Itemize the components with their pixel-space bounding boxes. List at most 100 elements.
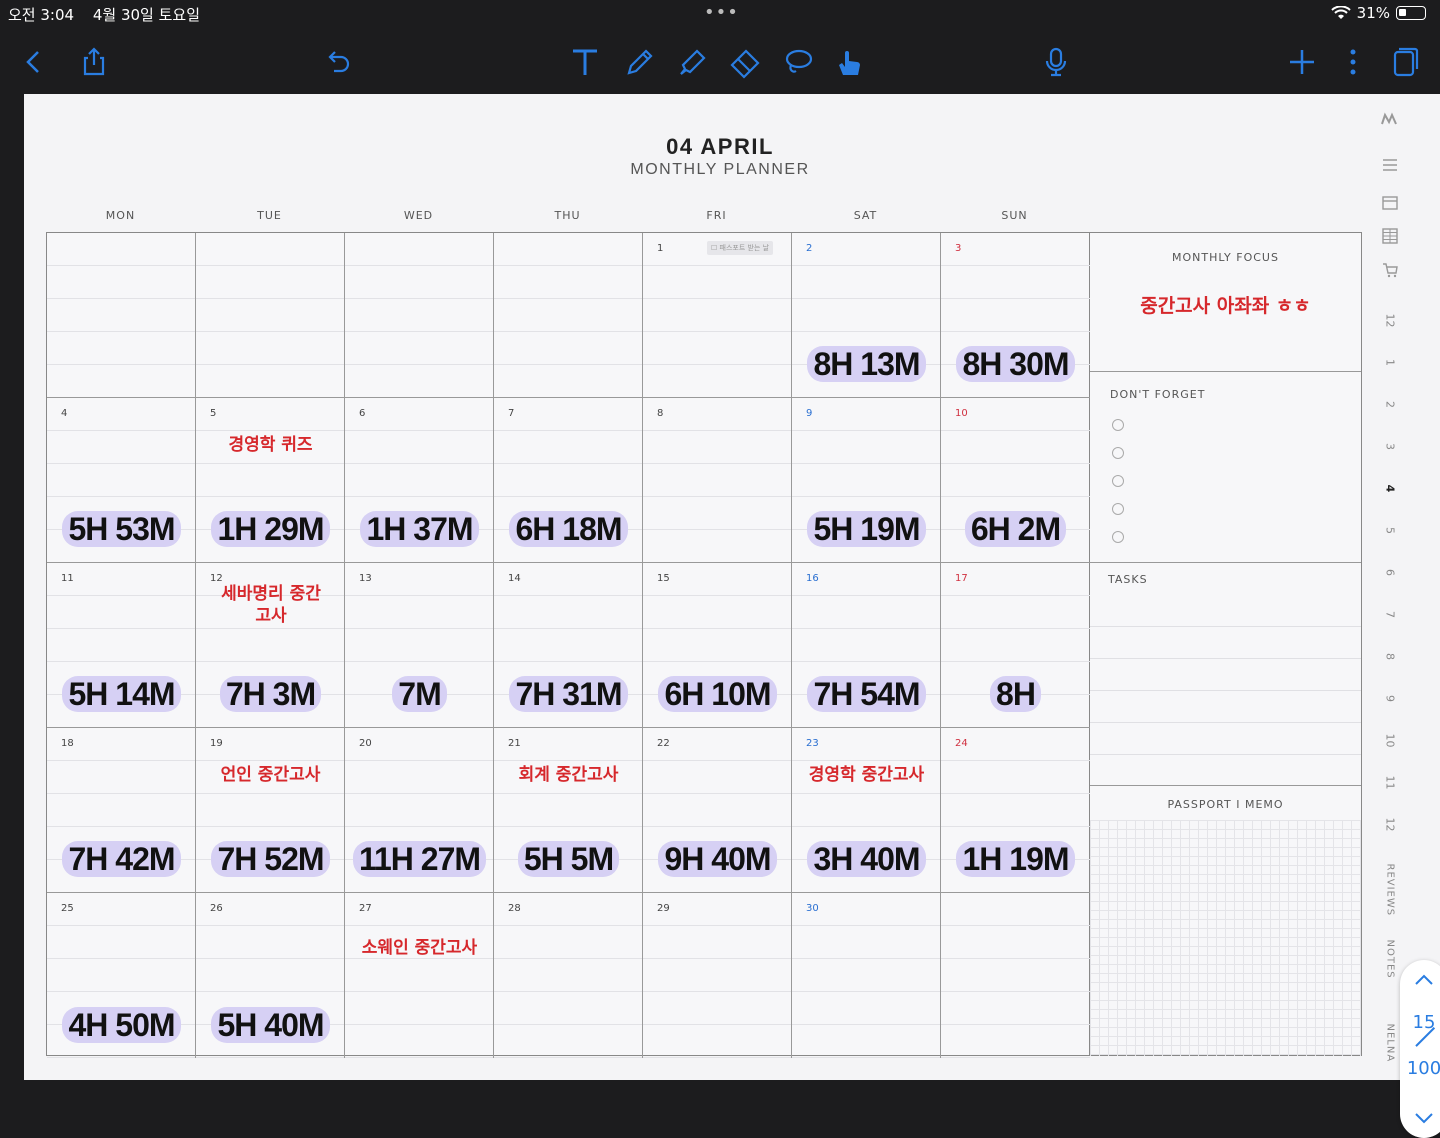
checkbox-circle[interactable] xyxy=(1112,419,1124,431)
day-cell[interactable]: 4 5H 53M xyxy=(47,398,196,563)
event-chip[interactable]: ☐ 패스포트 받는 날 xyxy=(707,241,774,255)
day-cell[interactable] xyxy=(196,233,345,398)
month-tab[interactable]: 3 xyxy=(1384,433,1397,461)
monthly-focus-label: MONTHLY FOCUS xyxy=(1172,251,1279,264)
chevron-up-icon[interactable] xyxy=(1410,966,1438,994)
lasso-icon[interactable] xyxy=(778,42,818,82)
checkbox-circle[interactable] xyxy=(1112,503,1124,515)
month-tab[interactable]: 4 xyxy=(1384,475,1397,503)
grid-tab-icon[interactable] xyxy=(1376,228,1404,247)
day-cell[interactable]: 25 4H 50M xyxy=(47,893,196,1058)
planner-page[interactable]: 04 APRIL MONTHLY PLANNER MON TUE WED THU FRI… xyxy=(24,94,1440,1138)
pen-icon[interactable] xyxy=(619,42,659,82)
day-cell[interactable]: 8 xyxy=(643,398,792,563)
more-icon[interactable] xyxy=(1333,42,1373,82)
section-tab[interactable]: NELNA xyxy=(1385,1024,1396,1063)
day-cell[interactable]: 18 7H 42M xyxy=(47,728,196,893)
day-cell[interactable]: 21 회계 중간고사 5H 5M xyxy=(494,728,643,893)
undo-icon[interactable] xyxy=(318,42,358,82)
day-cell[interactable] xyxy=(941,893,1090,1058)
day-cell[interactable]: 7 6H 18M xyxy=(494,398,643,563)
calendar-tab-icon[interactable] xyxy=(1376,194,1404,213)
dont-forget-section[interactable]: DON'T FORGET xyxy=(1090,372,1361,563)
day-cell[interactable]: 5 경영학 퀴즈 1H 29M xyxy=(196,398,345,563)
logo-tab-icon[interactable] xyxy=(1376,112,1404,129)
day-number: 18 xyxy=(61,738,74,749)
day-cell[interactable]: 1 ☐ 패스포트 받는 날 xyxy=(643,233,792,398)
month-tab[interactable]: 12 xyxy=(1384,811,1397,839)
eraser-icon[interactable] xyxy=(725,42,765,82)
day-cell[interactable]: 10 6H 2M xyxy=(941,398,1090,563)
section-tab[interactable]: NOTES xyxy=(1385,940,1396,979)
highlighter-icon[interactable] xyxy=(672,42,712,82)
day-cell[interactable]: 26 5H 40M xyxy=(196,893,345,1058)
day-header: FRI xyxy=(706,209,727,222)
month-tab[interactable]: 1 xyxy=(1384,349,1397,377)
month-tab[interactable]: 7 xyxy=(1384,601,1397,629)
study-time-text: 11H 27M xyxy=(352,841,487,877)
checkbox-circle[interactable] xyxy=(1112,475,1124,487)
month-tab[interactable]: 10 xyxy=(1384,727,1397,755)
day-cell[interactable]: 2 8H 13M xyxy=(792,233,941,398)
touch-hand-icon[interactable] xyxy=(830,42,870,82)
day-cell[interactable] xyxy=(345,233,494,398)
month-tab[interactable]: 12 xyxy=(1384,307,1397,335)
day-cell[interactable]: 11 5H 14M xyxy=(47,563,196,728)
wifi-icon xyxy=(1330,6,1351,19)
day-cell[interactable]: 13 7M xyxy=(345,563,494,728)
microphone-icon[interactable] xyxy=(1036,42,1076,82)
day-header: TUE xyxy=(257,209,282,222)
add-icon[interactable] xyxy=(1282,42,1322,82)
tasks-section[interactable]: TASKS xyxy=(1090,563,1361,786)
day-cell[interactable]: 27 소웨인 중간고사 xyxy=(345,893,494,1058)
battery-icon xyxy=(1396,6,1426,20)
day-number: 28 xyxy=(508,903,521,914)
memo-section[interactable]: PASSPORT I MEMO xyxy=(1090,786,1361,1056)
day-cell[interactable] xyxy=(47,233,196,398)
text-tool-icon[interactable] xyxy=(565,42,605,82)
back-icon[interactable] xyxy=(14,42,54,82)
day-cell[interactable]: 3 8H 30M xyxy=(941,233,1090,398)
page-navigator[interactable]: 15 100 xyxy=(1400,960,1440,1138)
cart-tab-icon[interactable] xyxy=(1376,262,1404,281)
month-tab[interactable]: 6 xyxy=(1384,559,1397,587)
day-cell[interactable]: 15 6H 10M xyxy=(643,563,792,728)
study-time-text: 8H 13M xyxy=(807,346,926,382)
day-cell[interactable]: 29 xyxy=(643,893,792,1058)
month-tab[interactable]: 8 xyxy=(1384,643,1397,671)
day-cell[interactable]: 23 경영학 중간고사 3H 40M xyxy=(792,728,941,893)
day-cell[interactable]: 28 xyxy=(494,893,643,1058)
day-cell[interactable]: 9 5H 19M xyxy=(792,398,941,563)
day-cell[interactable]: 6 1H 37M xyxy=(345,398,494,563)
day-cell[interactable]: 14 7H 31M xyxy=(494,563,643,728)
day-cell[interactable] xyxy=(494,233,643,398)
day-cell[interactable]: 24 1H 19M xyxy=(941,728,1090,893)
toolbar xyxy=(0,28,1440,94)
checkbox-circle[interactable] xyxy=(1112,447,1124,459)
checkbox-circle[interactable] xyxy=(1112,531,1124,543)
section-tab[interactable]: REVIEWS xyxy=(1385,864,1396,917)
study-time: 7H 31M xyxy=(494,676,643,713)
month-tab[interactable]: 11 xyxy=(1384,769,1397,797)
day-number: 14 xyxy=(508,573,521,584)
list-tab-icon[interactable] xyxy=(1376,158,1404,175)
day-cell[interactable]: 22 9H 40M xyxy=(643,728,792,893)
multitask-dots-icon[interactable]: ••• xyxy=(704,2,739,23)
share-icon[interactable] xyxy=(74,42,114,82)
day-number: 6 xyxy=(359,408,366,419)
day-cell[interactable]: 20 11H 27M xyxy=(345,728,494,893)
study-time-text: 7H 42M xyxy=(62,841,181,877)
month-tab[interactable]: 5 xyxy=(1384,517,1397,545)
month-tab[interactable]: 9 xyxy=(1384,685,1397,713)
day-cell[interactable]: 30 xyxy=(792,893,941,1058)
day-header: SUN xyxy=(1001,209,1028,222)
month-tab[interactable]: 2 xyxy=(1384,391,1397,419)
calendar-grid[interactable]: 1 ☐ 패스포트 받는 날 2 8H 13M 3 8H 30M 4 5H 53M 5 경영학 퀴즈… xyxy=(46,232,1090,1058)
day-cell[interactable]: 19 언인 중간고사 7H 52M xyxy=(196,728,345,893)
day-cell[interactable]: 16 7H 54M xyxy=(792,563,941,728)
monthly-focus-section[interactable]: MONTHLY FOCUS 중간고사 아좌좌 ㅎㅎ xyxy=(1090,233,1361,372)
day-cell[interactable]: 12 세바명리 중간고사 7H 3M xyxy=(196,563,345,728)
day-cell[interactable]: 17 8H xyxy=(941,563,1090,728)
chevron-down-icon[interactable] xyxy=(1410,1104,1438,1132)
pages-icon[interactable] xyxy=(1384,42,1424,82)
